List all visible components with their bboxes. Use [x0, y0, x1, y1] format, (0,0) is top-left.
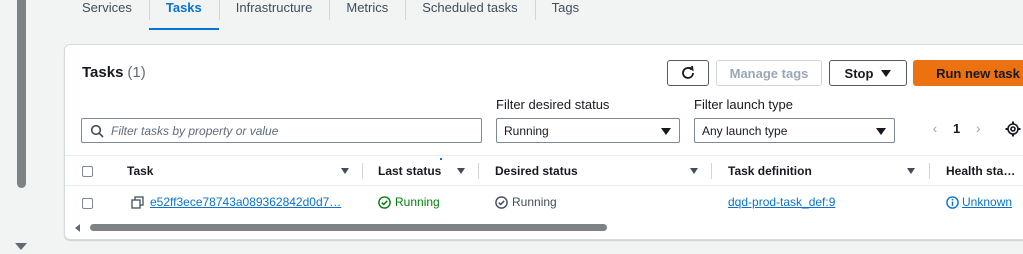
page-scrollbar[interactable]	[0, 0, 30, 254]
tab-scheduled-tasks[interactable]: Scheduled tasks	[405, 0, 534, 31]
filter-launch-type-label: Filter launch type	[694, 97, 793, 112]
column-header-last-status[interactable]: Last status	[378, 156, 441, 185]
tab-infrastructure[interactable]: Infrastructure	[218, 0, 330, 31]
column-divider[interactable]	[929, 163, 930, 179]
sort-icon[interactable]	[907, 156, 917, 185]
page-number[interactable]: 1	[953, 121, 960, 136]
caret-down-icon	[881, 69, 892, 77]
filter-desired-status-label: Filter desired status	[496, 97, 610, 112]
health-status-cell: Unknown	[946, 186, 1012, 218]
column-header-health-status[interactable]: Health sta…	[946, 156, 1015, 185]
column-divider[interactable]	[478, 163, 479, 179]
desired-status-cell: Running	[495, 186, 557, 218]
caret-down-icon	[661, 128, 671, 135]
page-scrollbar-thumb[interactable]	[17, 0, 26, 188]
run-new-task-button[interactable]: Run new task	[913, 60, 1023, 86]
stop-button[interactable]: Stop	[829, 60, 907, 86]
tasks-panel: Tasks (1) Manage tags Stop Run new task F…	[64, 44, 1023, 240]
tab-metrics[interactable]: Metrics	[329, 0, 405, 31]
table-row: e52ff3ece78743a089362842d0d7… Running Ru…	[65, 186, 1023, 218]
chevron-left-icon[interactable]: ‹	[927, 120, 943, 136]
horizontal-scrollbar-thumb[interactable]	[90, 224, 607, 231]
sort-icon[interactable]	[690, 156, 700, 185]
refresh-icon	[682, 65, 694, 79]
column-header-task[interactable]: Task	[127, 156, 153, 185]
column-divider[interactable]	[711, 163, 712, 179]
task-count: (1)	[127, 64, 146, 81]
row-checkbox[interactable]	[82, 198, 93, 209]
scroll-left-arrow-icon[interactable]	[75, 224, 80, 232]
copy-icon[interactable]	[131, 195, 144, 209]
refresh-button[interactable]	[667, 60, 709, 86]
column-divider[interactable]	[362, 163, 363, 179]
sort-icon[interactable]	[457, 156, 467, 185]
chevron-right-icon[interactable]: ›	[970, 120, 986, 136]
task-definition-cell: dqd-prod-task_def:9	[728, 186, 835, 218]
tab-tasks[interactable]: Tasks	[148, 0, 219, 31]
info-icon[interactable]	[946, 195, 959, 209]
search-field[interactable]	[81, 118, 482, 143]
gear-icon[interactable]	[1005, 121, 1021, 137]
search-icon	[90, 124, 104, 138]
column-header-task-definition[interactable]: Task definition	[728, 156, 812, 185]
tab-bar: Services Tasks Infrastructure Metrics Sc…	[65, 0, 596, 32]
table-header: Task Last status Desired status Task def…	[65, 155, 1023, 186]
search-input[interactable]	[109, 122, 473, 139]
scroll-down-arrow-icon[interactable]	[15, 243, 27, 250]
tab-services[interactable]: Services	[65, 0, 149, 31]
select-all-checkbox[interactable]	[82, 166, 93, 177]
pagination: ‹ 1 ›	[927, 120, 986, 136]
task-definition-link[interactable]: dqd-prod-task_def:9	[728, 195, 835, 209]
manage-tags-button[interactable]: Manage tags	[716, 60, 822, 86]
task-cell: e52ff3ece78743a089362842d0d7…	[131, 186, 341, 218]
panel-title: Tasks (1)	[82, 64, 146, 81]
success-check-icon	[378, 195, 391, 209]
launch-type-select[interactable]: Any launch type	[694, 118, 895, 143]
column-header-desired-status[interactable]: Desired status	[495, 156, 578, 185]
caret-down-icon	[876, 128, 886, 135]
tab-tags[interactable]: Tags	[534, 0, 596, 31]
sort-icon[interactable]	[341, 156, 351, 185]
last-status-cell: Running	[378, 186, 440, 218]
task-id-link[interactable]: e52ff3ece78743a089362842d0d7…	[150, 195, 341, 209]
horizontal-scrollbar[interactable]	[73, 221, 1023, 233]
health-status-link[interactable]: Unknown	[962, 195, 1012, 209]
status-check-icon	[495, 195, 508, 209]
desired-status-select[interactable]: Running	[496, 118, 680, 143]
